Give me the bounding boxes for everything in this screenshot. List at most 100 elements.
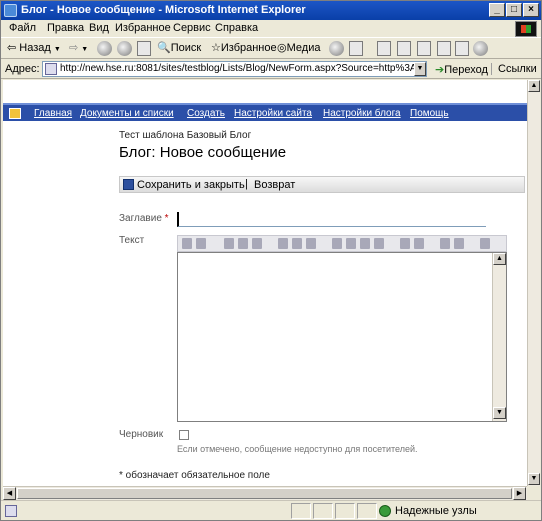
background-color-icon[interactable] [414, 238, 424, 249]
search-button[interactable]: 🔍Поиск [157, 41, 201, 54]
stop-icon[interactable] [97, 41, 112, 56]
underline-icon[interactable] [252, 238, 262, 249]
nav-help[interactable]: Помощь [410, 108, 449, 119]
decrease-indent-icon[interactable] [360, 238, 370, 249]
italic-icon[interactable] [238, 238, 248, 249]
mail-icon[interactable] [349, 41, 363, 56]
standard-toolbar: ⇦ Назад ▼ ⇨ ▼ 🔍Поиск ☆Избранное ◎Медиа [1, 38, 541, 59]
text-color-icon[interactable] [400, 238, 410, 249]
home-icon[interactable] [137, 41, 151, 56]
menu-help[interactable]: Справка [215, 22, 258, 34]
ltr-icon[interactable] [440, 238, 450, 249]
insert-link-icon[interactable] [480, 238, 490, 249]
font-icon[interactable] [182, 238, 192, 249]
nav-documents[interactable]: Документы и списки [80, 108, 174, 119]
status-page-icon [5, 505, 17, 517]
title-field-label: Заглавие * [119, 213, 169, 224]
required-mark: * [164, 213, 169, 224]
close-button[interactable]: × [523, 3, 539, 17]
menu-view[interactable]: Вид [89, 22, 109, 34]
go-button[interactable]: ➔Переход [435, 63, 488, 76]
align-right-icon[interactable] [306, 238, 316, 249]
menu-tools[interactable]: Сервис [173, 22, 211, 34]
page-vertical-scrollbar[interactable]: ▲ ▼ [527, 80, 540, 486]
page-scroll-up-icon[interactable]: ▲ [528, 80, 540, 92]
history-icon[interactable] [329, 41, 344, 56]
title-bar: Блог - Новое сообщение - Microsoft Inter… [1, 1, 541, 20]
save-and-close-button[interactable]: Сохранить и закрыть [137, 179, 245, 191]
editor-scroll-up-icon[interactable]: ▲ [493, 253, 506, 265]
maximize-button[interactable]: □ [506, 3, 522, 17]
back-label: Назад [19, 42, 51, 54]
status-pane-2 [313, 503, 333, 519]
favorites-label: Избранное [220, 42, 277, 54]
media-button[interactable]: ◎Медиа [277, 41, 320, 54]
minimize-button[interactable]: _ [489, 3, 505, 17]
title-input[interactable] [177, 212, 486, 227]
windows-logo-icon [515, 21, 537, 37]
discuss-icon[interactable] [417, 41, 431, 56]
back-dropdown-icon[interactable]: ▼ [54, 46, 61, 53]
plugin-icon[interactable] [473, 41, 488, 56]
favorites-button[interactable]: ☆Избранное [211, 41, 277, 54]
draft-hint: Если отмечено, сообщение недоступно для … [177, 444, 418, 454]
draft-checkbox[interactable] [179, 430, 189, 440]
browser-window: Блог - Новое сообщение - Microsoft Inter… [0, 0, 542, 521]
page-scroll-left-icon[interactable]: ◀ [3, 487, 16, 500]
status-pane-3 [335, 503, 355, 519]
back-button[interactable]: ⇦ Назад ▼ [7, 41, 61, 54]
editor-scrollbar[interactable]: ▲ ▼ [492, 253, 506, 421]
page-icon [45, 63, 57, 75]
menu-file[interactable]: Файл [9, 22, 36, 34]
address-dropdown-icon[interactable]: ▼ [414, 62, 426, 76]
address-bar: Адрес: http://new.hse.ru:8081/sites/test… [1, 59, 541, 79]
toolbar-separator: | [245, 178, 248, 190]
bold-icon[interactable] [224, 238, 234, 249]
back-arrow-icon: ⇦ [7, 42, 17, 54]
status-pane-1 [291, 503, 311, 519]
address-label: Адрес: [5, 63, 40, 75]
align-left-icon[interactable] [278, 238, 288, 249]
menu-edit[interactable]: Правка [47, 22, 84, 34]
text-field-label: Текст [119, 235, 145, 246]
nav-site-settings[interactable]: Настройки сайта [234, 108, 312, 119]
nav-blog-settings[interactable]: Настройки блога [323, 108, 401, 119]
menu-favorites[interactable]: Избранное [115, 22, 171, 34]
editor-scroll-down-icon[interactable]: ▼ [493, 407, 506, 419]
nav-home[interactable]: Главная [34, 108, 72, 119]
sharepoint-top-nav: Главная Документы и списки Создать Настр… [3, 103, 527, 121]
page-scroll-down-icon[interactable]: ▼ [528, 473, 540, 485]
sharepoint-logo-icon [9, 108, 21, 119]
title-label-text: Заглавие [119, 213, 162, 224]
site-name: Тест шаблона Базовый Блог [119, 130, 252, 141]
rtl-icon[interactable] [454, 238, 464, 249]
page-title: Блог: Новое сообщение [119, 144, 287, 161]
edit-icon[interactable] [397, 41, 411, 56]
align-center-icon[interactable] [292, 238, 302, 249]
refresh-icon[interactable] [117, 41, 132, 56]
window-title: Блог - Новое сообщение - Microsoft Inter… [21, 4, 306, 16]
horizontal-scroll-thumb[interactable] [17, 488, 512, 499]
page-content: Главная Документы и списки Создать Настр… [3, 80, 527, 486]
ie-icon [4, 4, 17, 17]
address-input[interactable]: http://new.hse.ru:8081/sites/testblog/Li… [42, 61, 427, 77]
forward-button[interactable]: ⇨ ▼ [69, 41, 88, 54]
page-scroll-right-icon[interactable]: ▶ [513, 487, 526, 500]
menu-bar: Файл Правка Вид Избранное Сервис Справка [1, 20, 541, 38]
search-label: Поиск [170, 42, 202, 54]
links-button[interactable]: Ссылки [491, 63, 537, 75]
research-icon[interactable] [437, 41, 451, 56]
media-icon: ◎ [277, 42, 287, 54]
increase-indent-icon[interactable] [374, 238, 384, 249]
bullet-list-icon[interactable] [346, 238, 356, 249]
text-editor[interactable]: ▲ ▼ [177, 252, 507, 422]
status-pane-4 [357, 503, 377, 519]
page-horizontal-scrollbar[interactable]: ◀ ▶ [3, 486, 527, 500]
numbered-list-icon[interactable] [332, 238, 342, 249]
messenger-icon[interactable] [455, 41, 469, 56]
go-back-button[interactable]: Возврат [254, 179, 295, 191]
nav-create[interactable]: Создать [187, 108, 225, 119]
print-icon[interactable] [377, 41, 391, 56]
go-label: Переход [444, 64, 488, 76]
font-size-icon[interactable] [196, 238, 206, 249]
